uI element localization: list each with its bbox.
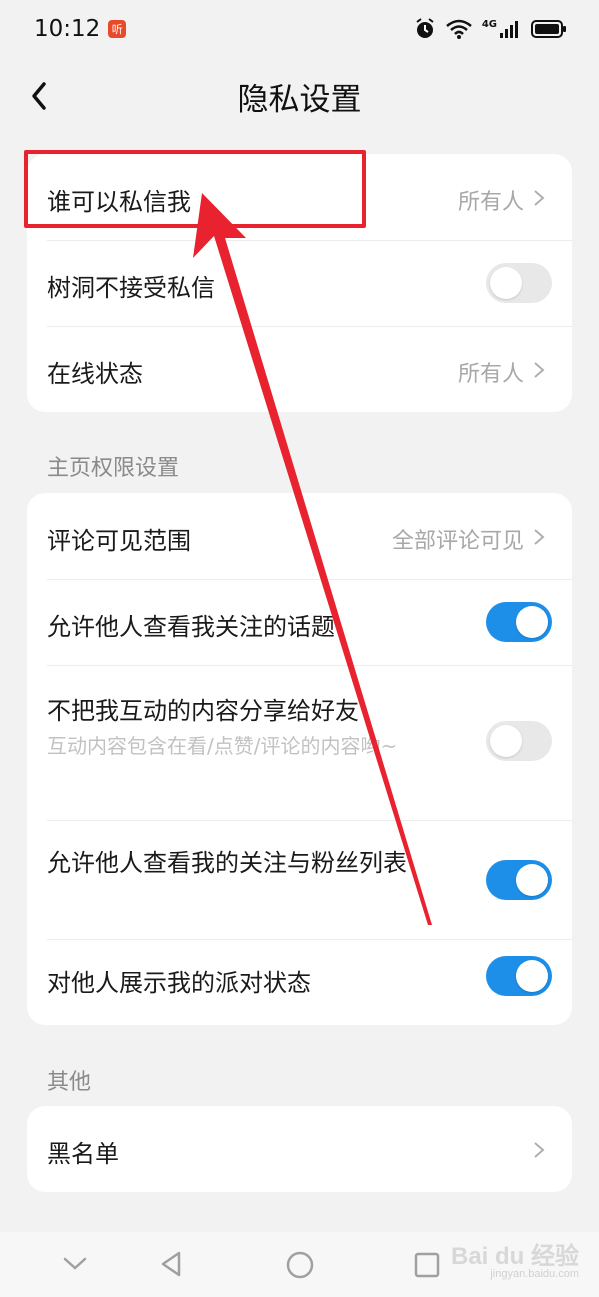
comment-visibility-row[interactable]: 评论可见范围 全部评论可见: [27, 493, 572, 579]
allow-view-topics-label: 允许他人查看我关注的话题: [47, 613, 335, 641]
allow-view-follow-list-row: 允许他人查看我的关注与粉丝列表: [27, 820, 572, 939]
treehole-label: 树洞不接受私信: [47, 274, 215, 302]
no-share-interactions-subtext: 互动内容包含在看/点赞/评论的内容哟~: [47, 734, 398, 758]
page-title: 隐私设置: [237, 82, 362, 118]
toggle-knob: [516, 864, 548, 896]
section-title-homepage: 主页权限设置: [47, 456, 180, 481]
toggle-knob: [516, 606, 548, 638]
battery-icon: [531, 20, 566, 38]
no-share-interactions-label: 不把我互动的内容分享给好友: [47, 697, 359, 725]
header: 隐私设置: [0, 58, 599, 134]
wifi-icon: [446, 19, 472, 39]
nav-recents-icon[interactable]: [413, 1251, 441, 1279]
status-time: 10:12: [34, 16, 101, 42]
annotation-highlight-box: [24, 150, 366, 228]
show-party-status-row: 对他人展示我的派对状态: [27, 939, 572, 1025]
show-party-status-toggle[interactable]: [486, 956, 552, 996]
blacklist-label: 黑名单: [47, 1140, 119, 1168]
chevron-right-icon: [534, 1142, 545, 1158]
who-can-message-value: 所有人: [457, 190, 524, 215]
chevron-right-icon: [534, 362, 545, 378]
baidu-watermark: Bai du 经验: [450, 1243, 579, 1270]
no-share-interactions-toggle[interactable]: [486, 721, 552, 761]
nav-back-icon[interactable]: [158, 1250, 184, 1278]
blacklist-row[interactable]: 黑名单: [27, 1106, 572, 1192]
chevron-right-icon: [534, 529, 545, 545]
privacy-card-other: 黑名单: [27, 1106, 572, 1192]
signal-icon: [500, 21, 518, 38]
toggle-knob: [490, 267, 522, 299]
treehole-row: 树洞不接受私信: [27, 240, 572, 326]
nav-home-icon[interactable]: [285, 1250, 315, 1280]
section-title-other: 其他: [47, 1070, 92, 1095]
comment-visibility-value: 全部评论可见: [391, 529, 524, 554]
online-status-label: 在线状态: [47, 360, 143, 388]
toggle-knob: [516, 960, 548, 992]
comment-visibility-label: 评论可见范围: [47, 527, 191, 555]
notification-badge-icon: 听: [108, 20, 127, 38]
privacy-card-homepage: 评论可见范围 全部评论可见 允许他人查看我关注的话题 不把我互动的内容分享给好友…: [27, 493, 572, 1025]
allow-view-topics-toggle[interactable]: [486, 602, 552, 642]
toggle-knob: [490, 725, 522, 757]
alarm-icon: [416, 18, 434, 38]
network-label: 4G: [481, 18, 497, 30]
nav-hide-icon[interactable]: [62, 1254, 88, 1274]
allow-view-topics-row: 允许他人查看我关注的话题: [27, 579, 572, 665]
allow-view-follow-list-label: 允许他人查看我的关注与粉丝列表: [47, 849, 407, 877]
status-left: 10:12 听: [34, 16, 127, 42]
status-right: 4G: [414, 18, 567, 40]
online-status-row[interactable]: 在线状态 所有人: [27, 326, 572, 412]
allow-view-follow-list-toggle[interactable]: [486, 860, 552, 900]
chevron-right-icon: [534, 190, 545, 206]
baidu-watermark-url: jingyan.baidu.com: [490, 1268, 579, 1280]
no-share-interactions-row: 不把我互动的内容分享给好友 互动内容包含在看/点赞/评论的内容哟~: [27, 665, 572, 820]
show-party-status-label: 对他人展示我的派对状态: [47, 969, 311, 997]
treehole-toggle[interactable]: [486, 263, 552, 303]
status-bar: 10:12 听 4G: [0, 0, 599, 58]
online-status-value: 所有人: [457, 362, 524, 387]
